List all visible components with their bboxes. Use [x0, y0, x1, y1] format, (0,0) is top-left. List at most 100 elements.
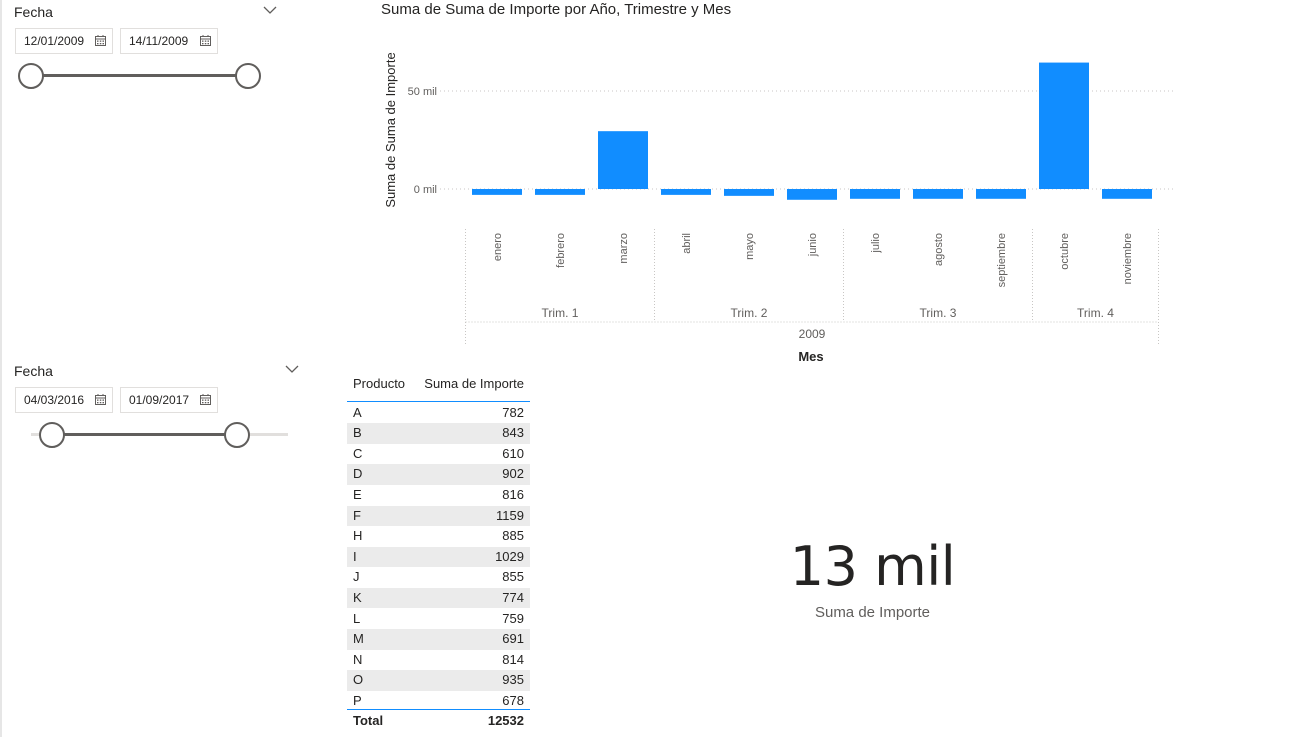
cell-producto: N — [353, 651, 363, 667]
bar-enero — [472, 189, 522, 195]
end-date-value: 14/11/2009 — [129, 34, 189, 48]
cell-producto: I — [353, 548, 357, 564]
table-row[interactable]: F 1159 — [347, 505, 530, 527]
end-date-input[interactable]: 01/09/2017 — [120, 387, 218, 413]
cell-producto: D — [353, 466, 363, 482]
calendar-icon[interactable] — [95, 35, 106, 46]
cell-producto: F — [353, 507, 361, 523]
calendar-icon[interactable] — [200, 35, 211, 46]
slider-range[interactable] — [52, 433, 237, 436]
table-row[interactable]: K 774 — [347, 587, 530, 609]
cell-producto: L — [353, 610, 361, 626]
cell-producto: K — [353, 589, 362, 605]
x-tick-label: noviembre — [1122, 233, 1134, 284]
bar-mayo — [724, 189, 774, 196]
table-row[interactable]: B 843 — [347, 423, 530, 444]
end-date-value: 01/09/2017 — [129, 393, 190, 407]
slider-end-handle[interactable] — [224, 422, 250, 448]
cell-producto: J — [353, 569, 360, 585]
cell-importe: 691 — [502, 631, 524, 647]
cell-producto: P — [353, 692, 362, 708]
bar-septiembre — [976, 189, 1026, 199]
bar-junio — [787, 189, 837, 200]
bar-noviembre — [1102, 189, 1152, 199]
table-row[interactable]: L 759 — [347, 609, 530, 630]
table-row[interactable]: C 610 — [347, 444, 530, 465]
table-row[interactable]: J 855 — [347, 567, 530, 588]
cell-importe: 678 — [502, 692, 524, 708]
y-tick-label: 50 mil — [408, 86, 437, 98]
cell-importe: 816 — [502, 486, 524, 502]
cell-producto: E — [353, 486, 362, 502]
start-date-input[interactable]: 12/01/2009 — [15, 28, 113, 54]
cell-producto: O — [353, 672, 364, 688]
table-row[interactable]: M 691 — [347, 629, 530, 650]
cell-importe: 814 — [502, 651, 524, 667]
table-row[interactable]: A 782 — [347, 403, 530, 424]
bar-chart: Suma de Suma de Importe por Año, Trimest… — [381, 1, 1175, 364]
x-tick-label: enero — [492, 233, 504, 261]
slider-end-handle[interactable] — [235, 63, 261, 89]
chevron-down-icon[interactable] — [285, 364, 299, 374]
cell-producto: H — [353, 528, 363, 544]
table-row[interactable]: I 1029 — [347, 546, 530, 568]
start-date-value: 04/03/2016 — [24, 393, 85, 407]
bar-julio — [850, 189, 900, 199]
calendar-icon[interactable] — [200, 394, 211, 405]
slider-track[interactable] — [31, 74, 249, 77]
table-row[interactable]: D 902 — [347, 464, 530, 485]
cell-importe: 774 — [502, 589, 524, 605]
x-tick-label: septiembre — [996, 233, 1008, 287]
cell-importe: 902 — [502, 466, 524, 482]
x-tick-label: febrero — [555, 233, 567, 268]
cell-producto: C — [353, 445, 363, 461]
page-left-border — [0, 0, 2, 737]
y-axis-title: Suma de Suma de Importe — [383, 52, 398, 207]
table-header: Producto Suma de Importe — [347, 371, 530, 402]
cell-importe: 843 — [502, 425, 524, 441]
slicer-title: Fecha — [14, 363, 53, 379]
slider-start-handle[interactable] — [39, 422, 65, 448]
x-tick-label: mayo — [744, 233, 756, 260]
bar-abril — [661, 189, 711, 195]
column-header-producto[interactable]: Producto — [353, 376, 405, 391]
column-header-importe[interactable]: Suma de Importe — [424, 376, 524, 391]
cell-producto: M — [353, 631, 364, 647]
x-axis: enero febrero marzo abril mayo junio julio agos… — [465, 229, 1159, 345]
total-value: 12532 — [487, 713, 524, 728]
x-tick-label: julio — [870, 233, 882, 254]
table-row[interactable]: H 885 — [347, 526, 530, 547]
cell-importe: 935 — [502, 672, 524, 688]
start-date-value: 12/01/2009 — [24, 34, 85, 48]
x-tick-label: abril — [681, 233, 693, 254]
bar-marzo — [598, 131, 648, 189]
cell-importe: 1029 — [495, 548, 524, 564]
bar-agosto — [913, 189, 963, 199]
cell-producto: A — [353, 404, 362, 420]
total-label: Total — [353, 713, 384, 728]
quarter-label: Trim. 2 — [731, 306, 768, 320]
x-tick-label: agosto — [933, 233, 945, 266]
start-date-input[interactable]: 04/03/2016 — [15, 387, 113, 413]
cell-importe: 885 — [502, 528, 524, 544]
cell-importe: 610 — [502, 445, 524, 461]
quarter-label: Trim. 1 — [542, 306, 579, 320]
x-tick-label: junio — [807, 233, 819, 257]
slider-start-handle[interactable] — [18, 63, 44, 89]
kpi-card-label: Suma de Importe — [814, 604, 931, 621]
calendar-icon[interactable] — [95, 394, 106, 405]
table-row[interactable]: N 814 — [347, 650, 530, 671]
y-axis-ticks: 0 mil 50 mil — [408, 86, 437, 196]
x-tick-label: marzo — [618, 233, 630, 264]
table-row[interactable]: E 816 — [347, 485, 530, 506]
bars — [472, 62, 1152, 200]
chevron-down-icon[interactable] — [263, 5, 277, 15]
bar-octubre — [1039, 62, 1089, 189]
kpi-card-value: 13 mil — [789, 535, 956, 598]
table-total-row: Total 12532 — [347, 709, 530, 731]
end-date-input[interactable]: 14/11/2009 — [120, 28, 218, 54]
cell-importe: 759 — [502, 610, 524, 626]
x-tick-label: octubre — [1059, 233, 1071, 270]
cell-importe: 782 — [502, 404, 524, 420]
table-row[interactable]: O 935 — [347, 670, 530, 691]
